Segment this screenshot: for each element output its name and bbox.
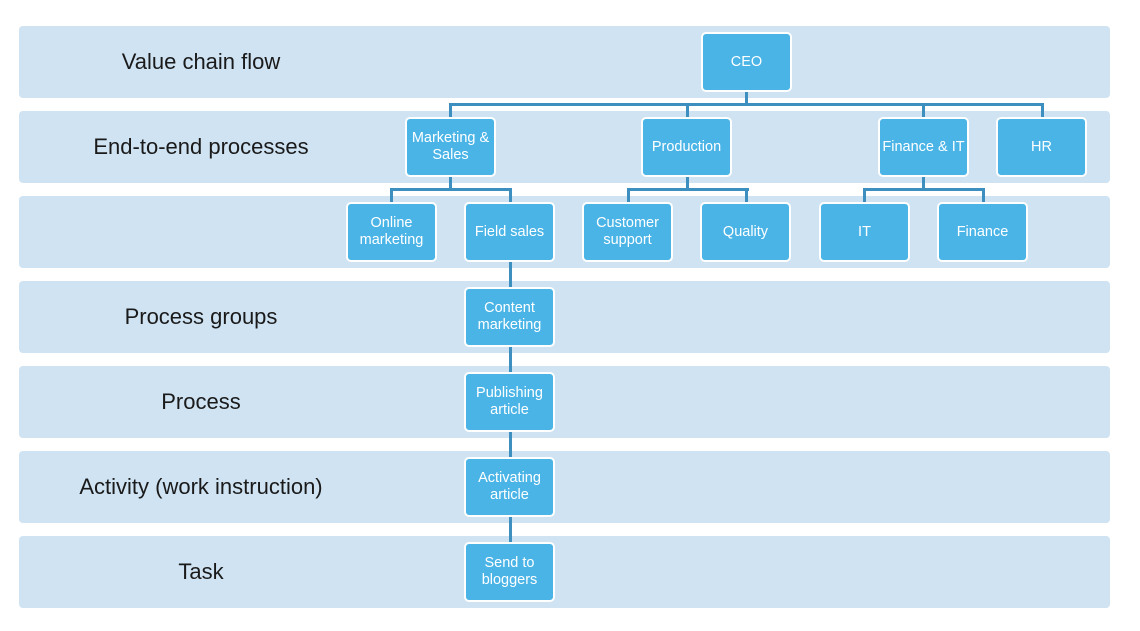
connector [627, 188, 630, 203]
band-label: Process groups [124, 304, 278, 329]
connector [863, 188, 985, 191]
band-label [19, 196, 383, 268]
band-task: Task [19, 536, 1110, 608]
band-label: End-to-end processes [93, 134, 309, 159]
connector [627, 188, 749, 191]
node-field-sales: Field sales [464, 202, 555, 262]
connector [449, 103, 1044, 106]
node-content-marketing: Content marketing [464, 287, 555, 347]
node-quality: Quality [700, 202, 791, 262]
node-publishing-article: Publishing article [464, 372, 555, 432]
connector [1041, 103, 1044, 118]
node-ceo: CEO [701, 32, 792, 92]
connector [745, 188, 748, 203]
connector [509, 188, 512, 203]
connector [390, 188, 512, 191]
band-label: Value chain flow [121, 49, 281, 74]
band-value-chain-flow: Value chain flow [19, 26, 1110, 98]
node-marketing-sales: Marketing & Sales [405, 117, 496, 177]
band-process: Process [19, 366, 1110, 438]
band-activity: Activity (work instruction) [19, 451, 1110, 523]
band-label: Task [178, 559, 224, 584]
band-label: Activity (work instruction) [79, 474, 323, 499]
node-finance: Finance [937, 202, 1028, 262]
node-online-marketing: Online marketing [346, 202, 437, 262]
node-production: Production [641, 117, 732, 177]
node-send-to-bloggers: Send to bloggers [464, 542, 555, 602]
connector [922, 103, 925, 118]
connector [863, 188, 866, 203]
node-it: IT [819, 202, 910, 262]
node-customer-support: Customer support [582, 202, 673, 262]
connector [390, 188, 393, 203]
org-process-diagram: Value chain flow End-to-end processes Pr… [0, 0, 1140, 631]
band-process-groups: Process groups [19, 281, 1110, 353]
connector [686, 103, 689, 118]
connector [982, 188, 985, 203]
node-activating-article: Activating article [464, 457, 555, 517]
band-label: Process [161, 389, 241, 414]
connector [449, 103, 452, 118]
node-finance-it: Finance & IT [878, 117, 969, 177]
node-hr: HR [996, 117, 1087, 177]
